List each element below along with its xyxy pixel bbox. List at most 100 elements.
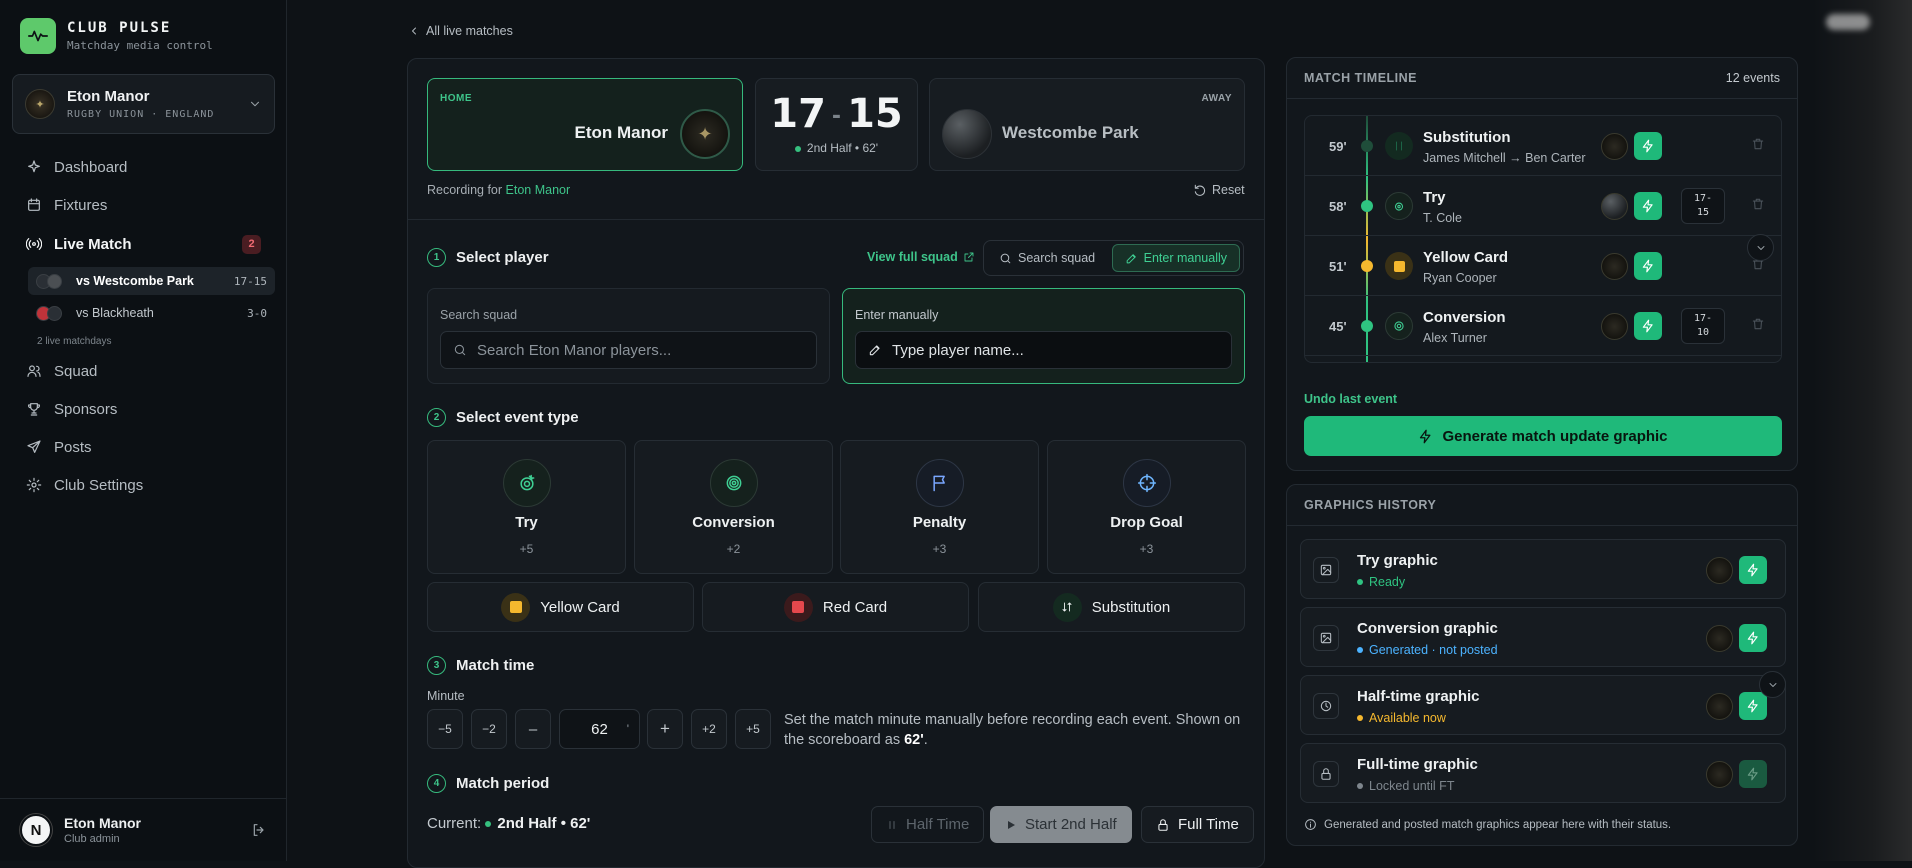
- trash-icon[interactable]: [1751, 197, 1765, 211]
- tab-enter-manually[interactable]: Enter manually: [1111, 244, 1240, 272]
- lightning-icon: [1418, 429, 1433, 444]
- generate-graphic-icon[interactable]: [1739, 556, 1767, 584]
- nav-label: Sponsors: [54, 400, 118, 418]
- trash-icon[interactable]: [1751, 317, 1765, 331]
- red-card-button[interactable]: Red Card: [702, 582, 969, 632]
- timeline-event: 59' Substitution James Mitchell → Ben Ca…: [1305, 116, 1781, 176]
- generate-graphic-icon[interactable]: [1739, 692, 1767, 720]
- event-drop-goal-button[interactable]: Drop Goal +3: [1047, 440, 1246, 574]
- score-display: 17-15: [770, 91, 903, 137]
- away-team-name: Westcombe Park: [1002, 123, 1139, 142]
- substitution-button[interactable]: Substitution: [978, 582, 1245, 632]
- user-profile: N Eton Manor Club admin: [0, 798, 287, 861]
- minute-input[interactable]: 62 ': [559, 709, 640, 749]
- nav-live-match[interactable]: Live Match 2: [12, 226, 275, 262]
- flag-icon: [915, 459, 964, 507]
- history-item[interactable]: Try graphic Ready: [1300, 539, 1786, 599]
- brand-tagline: Matchday media control: [67, 39, 213, 52]
- back-to-live-matches-link[interactable]: All live matches: [408, 24, 513, 38]
- half-time-button[interactable]: Half Time: [871, 806, 985, 843]
- red-card-icon: [783, 592, 813, 622]
- logout-icon[interactable]: [251, 822, 267, 838]
- history-title: GRAPHICS HISTORY: [1304, 498, 1437, 512]
- minus-5-button[interactable]: −5: [427, 709, 463, 749]
- away-team-card[interactable]: AWAY Westcombe Park: [929, 78, 1245, 171]
- try-icon: [1385, 192, 1413, 220]
- graphic-status: Generated · not posted: [1357, 643, 1498, 657]
- generate-graphic-icon[interactable]: [1634, 192, 1662, 220]
- full-time-button[interactable]: Full Time: [1141, 806, 1254, 843]
- event-penalty-button[interactable]: Penalty +3: [840, 440, 1039, 574]
- nav-sponsors[interactable]: Sponsors: [12, 391, 275, 427]
- club-selector[interactable]: ✦ Eton Manor RUGBY UNION · ENGLAND: [12, 74, 275, 134]
- scroll-down-icon[interactable]: [1759, 671, 1786, 698]
- broadcast-icon: [26, 236, 42, 252]
- home-score: 17: [770, 91, 826, 137]
- tab-label: Enter manually: [1143, 251, 1227, 265]
- help-text: Set the match minute manually before rec…: [784, 712, 1241, 748]
- event-minute: 45': [1329, 319, 1347, 334]
- history-footer: Generated and posted match graphics appe…: [1304, 818, 1671, 831]
- event-try-button[interactable]: Try +5: [427, 440, 626, 574]
- live-match-westcombe[interactable]: vs Westcombe Park 17-15: [28, 267, 275, 295]
- generate-graphic-icon[interactable]: [1739, 624, 1767, 652]
- timeline-event: 51' Yellow Card Ryan Cooper: [1305, 236, 1781, 296]
- history-item[interactable]: Half-time graphic Available now: [1300, 675, 1786, 735]
- history-item[interactable]: Full-time graphic Locked until FT: [1300, 743, 1786, 803]
- live-match-blackheath[interactable]: vs Blackheath 3-0: [28, 299, 275, 327]
- plus-1-button[interactable]: +: [647, 709, 683, 749]
- start-2nd-half-button[interactable]: Start 2nd Half: [990, 806, 1132, 843]
- graphic-name: Conversion graphic: [1357, 620, 1498, 637]
- event-name: Try: [515, 514, 538, 531]
- lock-icon: [1313, 761, 1339, 787]
- generate-graphic-icon[interactable]: [1634, 312, 1662, 340]
- event-minute: 59': [1329, 139, 1347, 154]
- timeline-list[interactable]: 59' Substitution James Mitchell → Ben Ca…: [1304, 115, 1782, 363]
- nav-dashboard[interactable]: Dashboard: [12, 149, 275, 185]
- search-player-input[interactable]: Search Eton Manor players...: [440, 331, 817, 369]
- step-number: 3: [427, 656, 446, 675]
- home-crest-icon: [1601, 253, 1628, 280]
- generate-match-graphic-button[interactable]: Generate match update graphic: [1304, 416, 1782, 456]
- card-label: Red Card: [822, 598, 888, 616]
- nav-squad[interactable]: Squad: [12, 353, 275, 389]
- nav-posts[interactable]: Posts: [12, 429, 275, 465]
- minus-2-button[interactable]: −2: [471, 709, 507, 749]
- minute-help-text: Set the match minute manually before rec…: [784, 710, 1244, 750]
- scroll-down-icon[interactable]: [1747, 234, 1774, 261]
- manual-placeholder: Type player name...: [892, 341, 1024, 359]
- nav-fixtures[interactable]: Fixtures: [12, 187, 275, 223]
- reset-label: Reset: [1212, 183, 1245, 197]
- tab-search-squad[interactable]: Search squad: [987, 244, 1107, 272]
- recording-for: Recording for Eton Manor: [427, 183, 570, 197]
- yellow-card-icon: [501, 592, 531, 622]
- step-match-period: 4 Match period: [427, 774, 549, 793]
- user-name: Eton Manor: [64, 815, 141, 831]
- timeline-event: 58' Try T. Cole 17- 15: [1305, 176, 1781, 236]
- away-crest-icon: [1601, 193, 1628, 220]
- event-conversion-button[interactable]: Conversion +2: [634, 440, 833, 574]
- event-points: +5: [519, 542, 534, 556]
- undo-last-event-button[interactable]: Undo last event: [1304, 392, 1397, 406]
- plus-2-button[interactable]: +2: [691, 709, 727, 749]
- trash-icon[interactable]: [1751, 137, 1765, 151]
- history-item[interactable]: Conversion graphic Generated · not poste…: [1300, 607, 1786, 667]
- yellow-card-button[interactable]: Yellow Card: [427, 582, 694, 632]
- generate-graphic-icon[interactable]: [1634, 252, 1662, 280]
- try-icon: [502, 459, 551, 507]
- generate-graphic-icon[interactable]: [1634, 132, 1662, 160]
- player-name-input[interactable]: Type player name...: [855, 331, 1232, 369]
- nav-club-settings[interactable]: Club Settings: [12, 467, 275, 503]
- button-label: Full Time: [1178, 816, 1239, 833]
- reset-button[interactable]: Reset: [1193, 183, 1245, 197]
- users-icon: [26, 363, 42, 379]
- plus-5-button[interactable]: +5: [735, 709, 771, 749]
- minute-value: 62: [591, 720, 608, 738]
- button-label: Start 2nd Half: [1025, 816, 1117, 833]
- nav-label: Club Settings: [54, 476, 144, 494]
- minus-1-button[interactable]: –: [515, 709, 551, 749]
- home-team-card[interactable]: HOME Eton Manor ✦: [427, 78, 743, 171]
- live-match-score: 3-0: [247, 306, 267, 320]
- view-full-squad-link[interactable]: View full squad: [867, 250, 975, 264]
- away-score: 15: [847, 91, 903, 137]
